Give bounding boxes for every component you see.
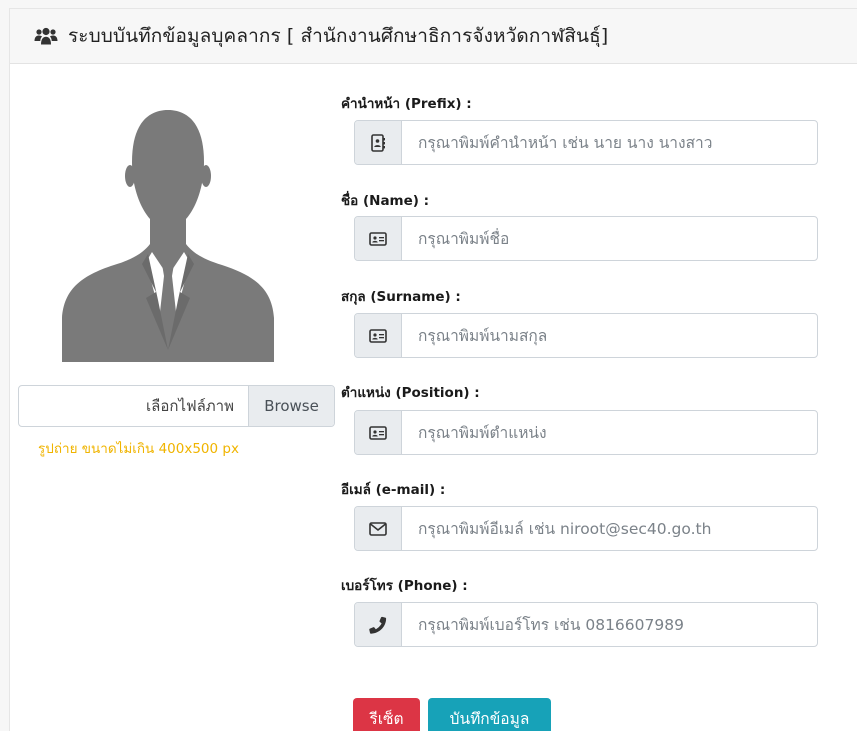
prefix-input[interactable]	[402, 121, 817, 164]
surname-input[interactable]	[402, 314, 817, 357]
name-input[interactable]	[402, 217, 817, 260]
file-input-label[interactable]: เลือกไฟล์ภาพ	[19, 386, 248, 426]
id-card-icon	[355, 217, 402, 260]
prefix-field: คำนำหน้า (Prefix) :	[341, 92, 821, 165]
surname-input-group	[354, 313, 818, 358]
surname-field: สกุล (Surname) :	[341, 285, 821, 358]
save-button[interactable]: บันทึกข้อมูล	[428, 698, 551, 731]
position-input-group	[354, 410, 818, 455]
prefix-label: คำนำหน้า (Prefix) :	[341, 96, 472, 112]
id-card-icon	[355, 411, 402, 454]
photo-file-input[interactable]: เลือกไฟล์ภาพ Browse	[18, 385, 335, 427]
reset-button[interactable]: รีเซ็ต	[353, 698, 420, 731]
photo-size-note: รูปถ่าย ขนาดไม่เกิน 400x500 px	[38, 441, 239, 457]
envelope-icon	[355, 507, 402, 550]
id-card-icon	[355, 314, 402, 357]
address-book-icon	[355, 121, 402, 164]
position-field: ตำแหน่ง (Position) :	[341, 381, 821, 455]
prefix-input-group	[354, 120, 818, 165]
person-silhouette-icon	[62, 104, 274, 362]
users-icon	[34, 27, 58, 45]
position-input[interactable]	[402, 411, 817, 454]
phone-icon	[355, 603, 402, 646]
phone-input-group	[354, 602, 818, 647]
phone-input[interactable]	[402, 603, 817, 646]
name-field: ชื่อ (Name) :	[341, 189, 821, 261]
browse-button[interactable]: Browse	[248, 386, 334, 426]
email-input[interactable]	[402, 507, 817, 550]
name-input-group	[354, 216, 818, 261]
email-label: อีเมล์ (e-mail) :	[341, 482, 446, 498]
email-field: อีเมล์ (e-mail) :	[341, 478, 821, 551]
form-card: ระบบบันทึกข้อมูลบุคลากร [ สำนักงานศึกษาธ…	[9, 8, 857, 731]
phone-field: เบอร์โทร (Phone) :	[341, 574, 821, 647]
phone-label: เบอร์โทร (Phone) :	[341, 578, 468, 594]
surname-label: สกุล (Surname) :	[341, 289, 461, 305]
page-title: ระบบบันทึกข้อมูลบุคลากร [ สำนักงานศึกษาธ…	[68, 25, 609, 47]
name-label: ชื่อ (Name) :	[341, 193, 430, 209]
card-header: ระบบบันทึกข้อมูลบุคลากร [ สำนักงานศึกษาธ…	[10, 9, 857, 64]
position-label: ตำแหน่ง (Position) :	[341, 385, 480, 401]
email-input-group	[354, 506, 818, 551]
